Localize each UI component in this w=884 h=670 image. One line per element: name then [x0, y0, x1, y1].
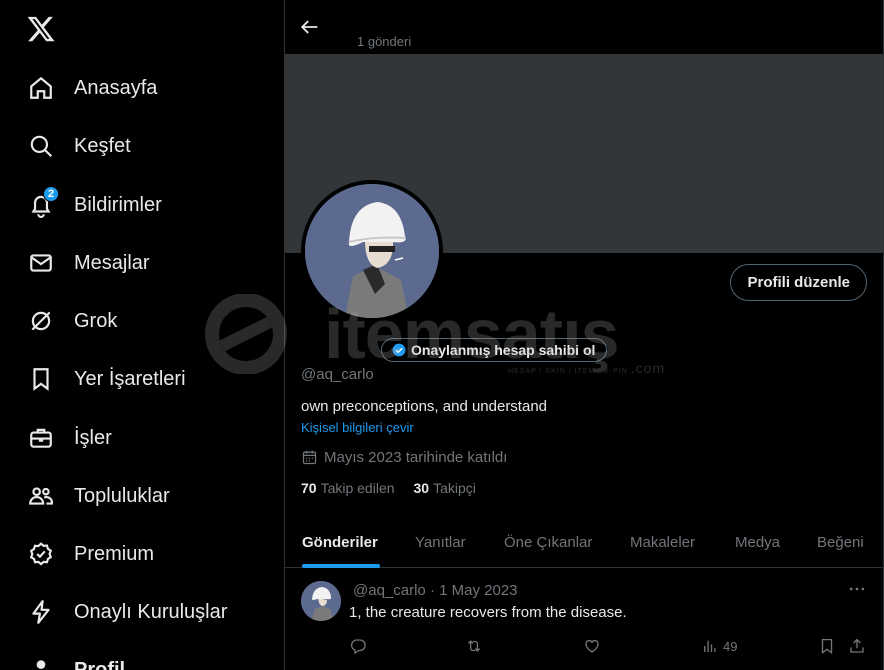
following-count: 70: [301, 480, 317, 496]
share-button[interactable]: [848, 635, 866, 657]
profile-header-bar: 1 gönderi: [285, 0, 883, 54]
sidebar-item-label: Yer İşaretleri: [74, 367, 186, 390]
sidebar-item-explore[interactable]: Keşfet: [16, 122, 143, 170]
grok-icon: [28, 308, 54, 334]
tab-posts[interactable]: Gönderiler: [302, 516, 378, 568]
post-count: 1 gönderi: [357, 34, 412, 49]
tab-highlights[interactable]: Öne Çıkanlar: [504, 516, 592, 568]
briefcase-icon: [28, 425, 54, 451]
tab-likes[interactable]: Beğeni: [817, 516, 864, 568]
sidebar-item-label: Premium: [74, 542, 155, 565]
communities-icon: [28, 483, 54, 509]
sidebar-item-premium[interactable]: Premium: [16, 530, 166, 578]
heart-icon: [585, 640, 599, 653]
active-tab-indicator: [302, 564, 380, 568]
more-options-icon[interactable]: [847, 579, 867, 599]
sidebar-item-home[interactable]: Anasayfa: [16, 64, 169, 112]
following-label: Takip edilen: [320, 480, 395, 496]
sidebar: Anasayfa Keşfet 2 Bildirimler Mesajlar G…: [0, 0, 284, 670]
home-icon: [28, 75, 54, 101]
followers-count: 30: [413, 480, 430, 496]
bell-icon: 2: [28, 186, 59, 218]
views-chart-icon: [704, 640, 716, 652]
profile-icon: [28, 657, 54, 670]
calendar-icon: [302, 450, 317, 465]
bookmark-icon: [821, 638, 833, 655]
profile-tabs: Gönderiler Yanıtlar Öne Çıkanlar Makalel…: [285, 516, 883, 568]
sidebar-item-profile[interactable]: Profil: [16, 646, 137, 670]
sidebar-item-label: Keşfet: [74, 134, 131, 157]
reply-button[interactable]: [349, 635, 367, 657]
lightning-icon: [28, 599, 54, 625]
tweet-handle[interactable]: @aq_carlo: [353, 582, 426, 599]
back-arrow-icon[interactable]: [299, 16, 321, 38]
mail-icon: [28, 250, 54, 276]
tweet-meta: @aq_carlo · 1 May 2023: [353, 582, 518, 599]
repost-button[interactable]: [465, 635, 483, 657]
search-icon: [28, 133, 54, 159]
follow-stats: 70 Takip edilen 30 Takipçi: [301, 480, 495, 496]
tweet-date[interactable]: 1 May 2023: [439, 582, 517, 599]
repost-icon: [467, 640, 481, 652]
tweet-separator: ·: [429, 582, 435, 599]
sidebar-item-bookmarks[interactable]: Yer İşaretleri: [16, 355, 198, 403]
sidebar-item-messages[interactable]: Mesajlar: [16, 239, 162, 287]
sidebar-item-label: Onaylı Kuruluşlar: [74, 600, 228, 623]
reply-icon: [350, 639, 366, 655]
sidebar-item-label: Bildirimler: [74, 193, 162, 216]
bookmark-icon: [28, 366, 54, 392]
sidebar-item-label: Topluluklar: [74, 484, 170, 507]
translate-bio-link[interactable]: Kişisel bilgileri çevir: [301, 420, 414, 435]
tab-articles[interactable]: Makaleler: [630, 516, 695, 568]
following-link[interactable]: 70 Takip edilen: [301, 480, 395, 496]
sidebar-item-communities[interactable]: Topluluklar: [16, 472, 182, 520]
profile-handle: @aq_carlo: [301, 366, 374, 383]
join-date: Mayıs 2023 tarihinde katıldı: [301, 449, 507, 466]
sidebar-item-label: Profil: [74, 658, 126, 670]
share-icon: [850, 638, 864, 653]
views-button[interactable]: 49: [701, 635, 737, 657]
sidebar-item-label: İşler: [74, 426, 112, 449]
views-count: 49: [723, 638, 738, 654]
sidebar-item-verified-orgs[interactable]: Onaylı Kuruluşlar: [16, 588, 239, 636]
notification-badge: 2: [43, 186, 59, 202]
get-verified-label: Onaylanmış hesap sahibi ol: [411, 342, 596, 358]
tab-media[interactable]: Medya: [735, 516, 780, 568]
sidebar-item-label: Anasayfa: [74, 76, 158, 99]
tweet-text: 1, the creature recovers from the diseas…: [349, 604, 627, 621]
sidebar-item-notifications[interactable]: 2 Bildirimler: [16, 181, 174, 229]
sidebar-item-grok[interactable]: Grok: [16, 297, 129, 345]
sidebar-item-label: Mesajlar: [74, 251, 150, 274]
edit-profile-button[interactable]: Profili düzenle: [730, 264, 867, 301]
sidebar-item-jobs[interactable]: İşler: [16, 414, 124, 462]
bookmark-button[interactable]: [818, 635, 836, 657]
premium-icon: [28, 541, 54, 567]
followers-label: Takipçi: [433, 480, 476, 496]
profile-avatar[interactable]: [301, 180, 443, 322]
verified-badge-icon: [392, 343, 406, 357]
like-button[interactable]: [583, 635, 601, 657]
get-verified-button[interactable]: Onaylanmış hesap sahibi ol: [381, 338, 608, 362]
join-date-text: Mayıs 2023 tarihinde katıldı: [324, 449, 508, 466]
tweet-avatar[interactable]: [301, 581, 341, 621]
tweet[interactable]: @aq_carlo · 1 May 2023 1, the creature r…: [285, 569, 883, 670]
followers-link[interactable]: 30 Takipçi: [414, 480, 476, 496]
tab-replies[interactable]: Yanıtlar: [415, 516, 466, 568]
profile-column: 1 gönderi Profili düzenle Onaylanmış hes…: [284, 0, 884, 670]
sidebar-item-label: Grok: [74, 309, 118, 332]
profile-bio: own preconceptions, and understand: [301, 398, 548, 415]
x-logo-icon[interactable]: [26, 14, 56, 44]
